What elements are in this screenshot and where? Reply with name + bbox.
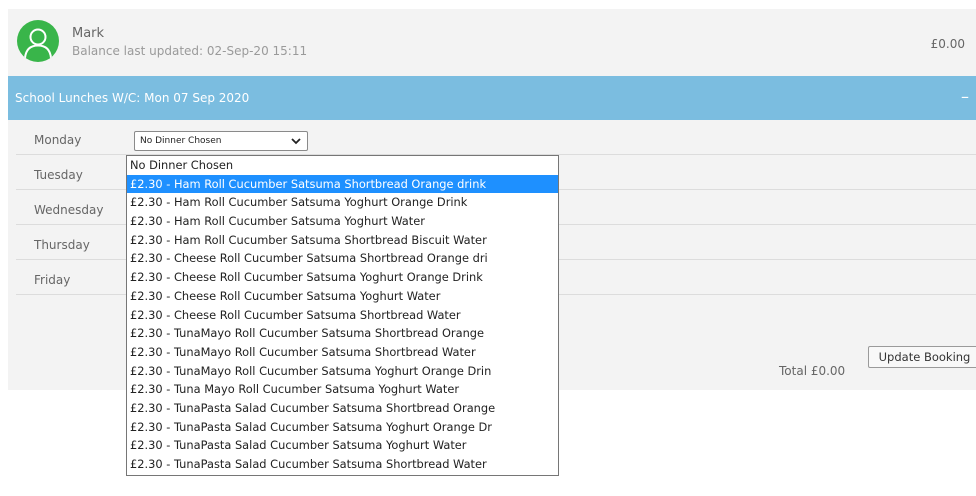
dropdown-option[interactable]: £2.30 - Cheese Roll Cucumber Satsuma Yog… bbox=[127, 287, 558, 306]
day-row-monday: Monday No Dinner Chosen bbox=[16, 120, 976, 155]
dropdown-option[interactable]: £2.30 - TunaPasta Salad Cucumber Satsuma… bbox=[127, 455, 558, 474]
dropdown-option[interactable]: £2.30 - Cheese Roll Cucumber Satsuma Sho… bbox=[127, 306, 558, 325]
booking-total: Total £0.00 bbox=[779, 364, 846, 378]
day-label: Friday bbox=[34, 273, 71, 287]
day-label: Tuesday bbox=[34, 168, 83, 182]
dropdown-option[interactable]: £2.30 - Ham Roll Cucumber Satsuma Yoghur… bbox=[127, 193, 558, 212]
dropdown-option[interactable]: £2.30 - TunaMayo Roll Cucumber Satsuma Y… bbox=[127, 362, 558, 381]
monday-dinner-select[interactable]: No Dinner Chosen bbox=[134, 131, 308, 151]
balance-updated-text: Balance last updated: 02-Sep-20 15:11 bbox=[72, 44, 308, 58]
dropdown-option[interactable]: £2.30 - TunaPasta Salad Cucumber Satsuma… bbox=[127, 418, 558, 437]
dropdown-option[interactable]: £2.30 - TunaPasta Salad Cucumber Satsuma… bbox=[127, 436, 558, 455]
dropdown-option[interactable]: No Dinner Chosen bbox=[127, 156, 558, 175]
day-label: Thursday bbox=[34, 238, 90, 252]
dropdown-option[interactable]: £2.30 - TunaPasta Salad Cucumber Satsuma… bbox=[127, 399, 558, 418]
select-value: No Dinner Chosen bbox=[140, 136, 222, 146]
dropdown-option[interactable]: £2.30 - TunaMayo Roll Cucumber Satsuma S… bbox=[127, 324, 558, 343]
chevron-down-icon bbox=[291, 138, 301, 145]
dropdown-option[interactable]: £2.30 - Cheese Roll Cucumber Satsuma Yog… bbox=[127, 268, 558, 287]
dinner-options-dropdown[interactable]: No Dinner Chosen £2.30 - Ham Roll Cucumbe… bbox=[126, 155, 559, 476]
dropdown-option[interactable]: £2.30 - Cheese Roll Cucumber Satsuma Sho… bbox=[127, 249, 558, 268]
account-summary: Mark Balance last updated: 02-Sep-20 15:… bbox=[8, 9, 976, 76]
section-title: School Lunches W/C: Mon 07 Sep 2020 bbox=[15, 91, 250, 105]
account-name: Mark bbox=[72, 26, 105, 41]
day-label: Wednesday bbox=[34, 203, 104, 217]
dropdown-option[interactable]: £2.30 - TunaMayo Roll Cucumber Satsuma S… bbox=[127, 343, 558, 362]
dropdown-option[interactable]: £2.30 - Ham Roll Cucumber Satsuma Yoghur… bbox=[127, 212, 558, 231]
update-booking-button[interactable]: Update Booking bbox=[868, 346, 976, 368]
lunch-booking-page: Mark Balance last updated: 02-Sep-20 15:… bbox=[0, 0, 976, 496]
dropdown-option[interactable]: £2.30 - Ham Roll Cucumber Satsuma Shortb… bbox=[127, 231, 558, 250]
user-avatar-icon bbox=[17, 20, 59, 62]
day-label: Monday bbox=[34, 133, 82, 147]
dropdown-option[interactable]: £2.30 - Ham Roll Cucumber Satsuma Shortb… bbox=[127, 174, 558, 194]
school-lunches-header[interactable]: School Lunches W/C: Mon 07 Sep 2020 – bbox=[8, 76, 976, 120]
dropdown-option[interactable]: £2.30 - Tuna Mayo Roll Cucumber Satsuma … bbox=[127, 380, 558, 399]
balance-amount: £0.00 bbox=[930, 37, 965, 51]
collapse-icon[interactable]: – bbox=[961, 88, 969, 106]
